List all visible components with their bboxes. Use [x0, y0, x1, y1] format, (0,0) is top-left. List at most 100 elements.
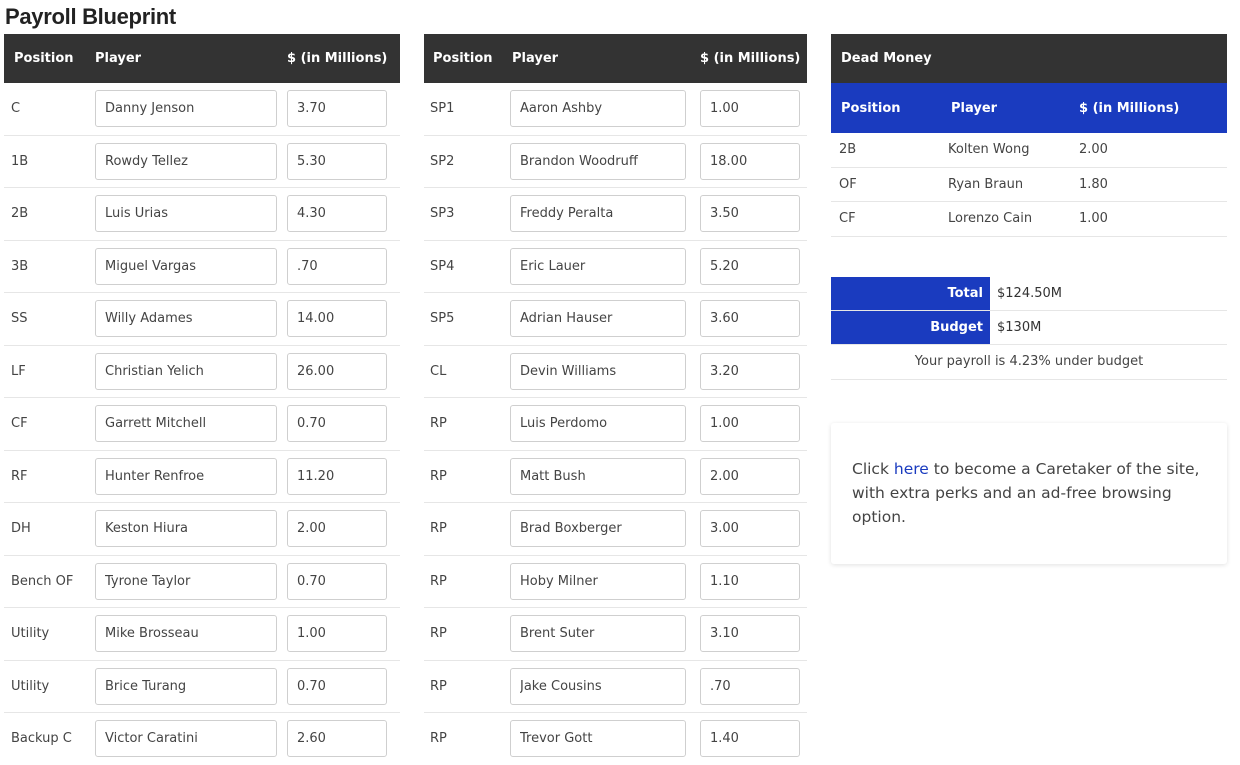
salary-input[interactable]: [287, 720, 387, 758]
salary-input[interactable]: [287, 457, 387, 495]
salary-cell: [700, 562, 800, 600]
salary-input[interactable]: [700, 457, 800, 495]
salary-input[interactable]: [700, 142, 800, 180]
header-salary: $ (in Millions): [287, 51, 388, 66]
player-cell: [510, 510, 700, 548]
table-row: RP: [424, 398, 807, 451]
dead-money-row: OF Ryan Braun 1.80: [831, 168, 1227, 202]
table-body: SP1 SP2 SP3 SP4 SP5 CL RP RP RP RP RP RP RP: [424, 83, 807, 765]
position-cell: RP: [430, 678, 447, 694]
position-players-table: Position Player $ (in Millions) C 1B 2B 3B S…: [4, 34, 400, 765]
table-row: Utility: [4, 608, 400, 661]
player-name-input[interactable]: [95, 300, 277, 338]
position-cell: SP3: [430, 206, 455, 222]
salary-input[interactable]: [700, 667, 800, 705]
player-name-input[interactable]: [95, 247, 277, 285]
position-cell: RP: [430, 731, 447, 747]
player-name-input[interactable]: [95, 562, 277, 600]
table-row: 2B: [4, 188, 400, 241]
caretaker-link[interactable]: here: [894, 460, 929, 478]
player-name-input[interactable]: [95, 510, 277, 548]
player-name-input[interactable]: [510, 615, 686, 653]
player-name-input[interactable]: [95, 405, 277, 443]
salary-input[interactable]: [700, 615, 800, 653]
player-cell: Lorenzo Cain: [948, 211, 1033, 227]
table-row: SP2: [424, 136, 807, 188]
salary-input[interactable]: [287, 352, 387, 390]
player-name-input[interactable]: [510, 300, 686, 338]
salary-input[interactable]: [287, 142, 387, 180]
player-name-input[interactable]: [95, 615, 277, 653]
table-row: SS: [4, 293, 400, 346]
player-name-input[interactable]: [510, 457, 686, 495]
player-cell: [510, 457, 700, 495]
salary-input[interactable]: [700, 247, 800, 285]
player-cell: [510, 247, 700, 285]
player-name-input[interactable]: [510, 352, 686, 390]
position-cell: RP: [430, 573, 447, 589]
player-name-input[interactable]: [510, 142, 686, 180]
salary-cell: [700, 405, 800, 443]
salary-input[interactable]: [287, 405, 387, 443]
player-name-input[interactable]: [510, 510, 686, 548]
salary-cell: 1.80: [1079, 176, 1108, 192]
total-label: Total: [831, 276, 990, 310]
position-cell: LF: [11, 363, 26, 379]
salary-input[interactable]: [287, 615, 387, 653]
player-name-input[interactable]: [510, 405, 686, 443]
player-name-input[interactable]: [95, 720, 277, 758]
table-row: CL: [424, 346, 807, 398]
player-name-input[interactable]: [95, 352, 277, 390]
salary-input[interactable]: [287, 247, 387, 285]
player-name-input[interactable]: [510, 720, 686, 758]
budget-summary: Your payroll is 4.23% under budget: [831, 345, 1227, 380]
salary-input[interactable]: [700, 300, 800, 338]
salary-input[interactable]: [700, 510, 800, 548]
salary-cell: [700, 720, 800, 758]
total-row: Total $124.50M: [831, 276, 1227, 311]
player-name-input[interactable]: [510, 562, 686, 600]
position-cell: CF: [839, 211, 856, 227]
salary-input[interactable]: [287, 195, 387, 233]
salary-input[interactable]: [700, 195, 800, 233]
salary-input[interactable]: [700, 90, 800, 128]
player-name-input[interactable]: [95, 195, 277, 233]
salary-cell: [700, 300, 800, 338]
salary-input[interactable]: [700, 405, 800, 443]
player-name-input[interactable]: [95, 667, 277, 705]
player-name-input[interactable]: [510, 195, 686, 233]
pitchers-table: Position Player $ (in Millions) SP1SP2SP…: [424, 34, 807, 765]
player-cell: [91, 615, 287, 653]
salary-cell: [287, 457, 387, 495]
player-cell: [91, 142, 287, 180]
header-player: Player: [95, 51, 142, 66]
player-name-input[interactable]: [510, 90, 686, 128]
dead-money-row: 2B Kolten Wong 2.00: [831, 133, 1227, 168]
table-row: SP3: [424, 188, 807, 241]
salary-input[interactable]: [287, 667, 387, 705]
player-name-input[interactable]: [95, 457, 277, 495]
salary-input[interactable]: [700, 352, 800, 390]
budget-value: $130M: [997, 319, 1042, 335]
player-cell: [91, 667, 287, 705]
table-row: 1B: [4, 136, 400, 188]
budget-row: Budget $130M: [831, 310, 1227, 345]
salary-input[interactable]: [287, 562, 387, 600]
player-name-input[interactable]: [95, 142, 277, 180]
player-name-input[interactable]: [510, 247, 686, 285]
table-row: SP5: [424, 293, 807, 346]
salary-cell: [287, 90, 387, 128]
player-cell: [91, 405, 287, 443]
salary-input[interactable]: [287, 300, 387, 338]
salary-cell: [287, 142, 387, 180]
salary-cell: [700, 142, 800, 180]
salary-input[interactable]: [287, 510, 387, 548]
salary-input[interactable]: [700, 562, 800, 600]
player-cell: [91, 562, 287, 600]
header-position: Position: [841, 100, 901, 116]
salary-input[interactable]: [700, 720, 800, 758]
player-name-input[interactable]: [95, 90, 277, 128]
player-name-input[interactable]: [510, 667, 686, 705]
salary-input[interactable]: [287, 90, 387, 128]
position-cell: CL: [430, 363, 447, 379]
